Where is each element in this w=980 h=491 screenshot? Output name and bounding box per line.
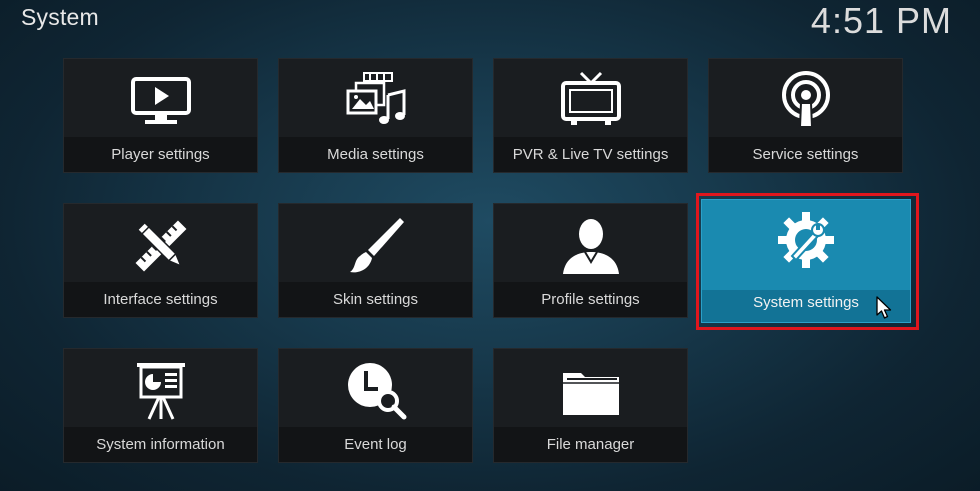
- tile-file-manager[interactable]: File manager: [493, 348, 688, 463]
- gear-wrench-icon: [778, 212, 834, 268]
- folder-icon: [562, 373, 619, 415]
- clock: 4:51 PM: [810, 0, 952, 41]
- tile-event-log[interactable]: Event log: [278, 348, 473, 463]
- tile-label: Player settings: [111, 146, 210, 163]
- pencil-ruler-icon: [135, 220, 186, 272]
- top-bar: System 4:51 PM: [0, 0, 980, 44]
- tile-label: Event log: [344, 436, 407, 453]
- tile-skin-settings[interactable]: Skin settings: [278, 203, 473, 318]
- tile-pvr-live-tv-settings[interactable]: PVR & Live TV settings: [493, 58, 688, 173]
- tile-player-settings[interactable]: Player settings: [63, 58, 258, 173]
- tile-system-information[interactable]: System information: [63, 348, 258, 463]
- tile-label: Skin settings: [332, 291, 419, 308]
- tile-label: System information: [96, 436, 225, 453]
- broadcast-icon: [781, 71, 830, 128]
- tile-label: Interface settings: [103, 291, 218, 308]
- clock-search-icon: [347, 363, 406, 420]
- paintbrush-icon: [349, 218, 404, 273]
- tile-label: File manager: [546, 436, 635, 453]
- tile-label: Service settings: [752, 146, 859, 163]
- tile-label: Media settings: [327, 146, 424, 163]
- tile-profile-settings[interactable]: Profile settings: [493, 203, 688, 318]
- media-picture-music-icon: [346, 72, 405, 124]
- monitor-play-icon: [130, 77, 191, 124]
- page-title: System: [21, 4, 99, 30]
- tile-label: PVR & Live TV settings: [512, 146, 669, 163]
- tile-label: Profile settings: [541, 291, 640, 308]
- mouse-pointer-icon: [876, 296, 892, 319]
- tile-service-settings[interactable]: Service settings: [708, 58, 903, 173]
- user-profile-icon: [562, 219, 619, 274]
- tv-icon: [560, 71, 621, 125]
- tile-media-settings[interactable]: Media settings: [278, 58, 473, 173]
- tile-interface-settings[interactable]: Interface settings: [63, 203, 258, 318]
- presentation-board-icon: [136, 363, 185, 420]
